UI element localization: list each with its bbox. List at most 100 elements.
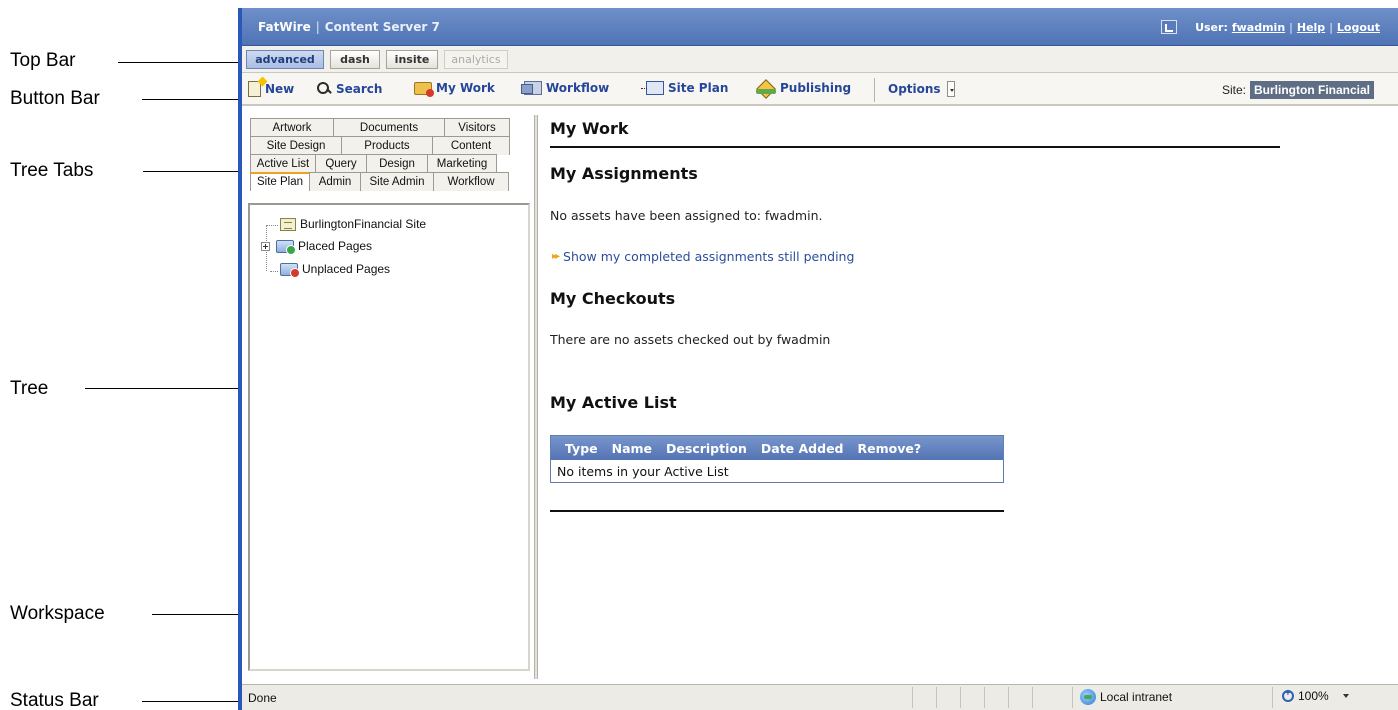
help-link[interactable]: Help [1297, 21, 1325, 34]
brand-separator: | [315, 20, 320, 34]
tree-tab-site-design[interactable]: Site Design [250, 136, 342, 155]
zoom-level: 100% [1298, 689, 1329, 703]
column-header-name[interactable]: Name [598, 441, 652, 456]
site-plan-button[interactable]: Site Plan [641, 81, 728, 95]
exit-panel-icon[interactable] [1161, 20, 1178, 34]
tree-tab-products[interactable]: Products [341, 136, 433, 155]
logout-link[interactable]: Logout [1337, 21, 1380, 34]
security-zone[interactable]: Local intranet [1080, 689, 1172, 705]
briefcase-icon [414, 81, 434, 97]
tree-tab-site-plan[interactable]: Site Plan [250, 172, 310, 191]
column-header-date-added[interactable]: Date Added [747, 441, 844, 456]
mode-bar: advanced dash insite analytics [242, 46, 1398, 73]
status-cell [912, 687, 913, 708]
status-cell [1072, 687, 1073, 708]
top-bar: FatWire | Content Server 7 User: fwadmin |… [242, 8, 1398, 46]
publishing-button[interactable]: Publishing [756, 81, 851, 95]
tree-node-unplaced-pages[interactable]: Unplaced Pages [280, 262, 391, 278]
completed-assignments-label: Show my completed assignments still pend… [563, 249, 855, 264]
workspace: My Work My Assignments No assets have be… [542, 115, 1392, 679]
zoom-icon [1282, 688, 1294, 702]
column-header-remove[interactable]: Remove? [844, 441, 922, 456]
site-icon [280, 217, 296, 231]
mode-insite-button[interactable]: insite [386, 50, 438, 69]
tree-tab-workflow[interactable]: Workflow [433, 172, 509, 191]
tree-panel[interactable]: BurlingtonFinancial Site Placed Pages Un… [248, 203, 530, 671]
tree-node-label: BurlingtonFinancial Site [300, 217, 427, 231]
button-bar-divider [874, 78, 875, 102]
button-bar: New Search My Work Workflow Site Plan Pu… [242, 73, 1398, 106]
user-name-link[interactable]: fwadmin [1232, 21, 1285, 34]
publishing-button-label: Publishing [780, 81, 852, 95]
tree-tab-artwork[interactable]: Artwork [250, 118, 334, 137]
tree-node-label: Unplaced Pages [302, 262, 391, 276]
expand-plus-icon[interactable] [261, 241, 270, 251]
annotation-top-bar: Top Bar [10, 50, 76, 71]
pane-splitter[interactable] [534, 115, 538, 679]
status-cell [1272, 687, 1273, 708]
annotation-button-bar-line [142, 99, 240, 100]
tree-connector [266, 225, 278, 226]
user-label: User: [1195, 20, 1228, 34]
new-button[interactable]: New [248, 81, 294, 97]
tree-tab-documents[interactable]: Documents [333, 118, 445, 137]
tree-node-site[interactable]: BurlingtonFinancial Site [280, 217, 426, 231]
product-name: Content Server 7 [324, 20, 440, 34]
search-icon [316, 81, 332, 97]
active-list-rule [550, 510, 1004, 512]
annotation-button-bar: Button Bar [10, 88, 100, 109]
annotation-top-bar-line [118, 62, 240, 63]
tree-tab-content[interactable]: Content [432, 136, 510, 155]
publishing-icon [756, 82, 776, 94]
mode-advanced-button[interactable]: advanced [246, 50, 324, 69]
brand: FatWire | Content Server 7 [258, 20, 440, 34]
options-dropdown[interactable]: Options [888, 81, 955, 97]
column-header-type[interactable]: Type [551, 441, 598, 456]
tree-tab-design[interactable]: Design [366, 154, 428, 173]
my-work-button-label: My Work [436, 81, 495, 95]
title-rule [550, 146, 1280, 148]
status-cell [1008, 687, 1009, 708]
tree-tab-active-list[interactable]: Active List [250, 154, 316, 173]
active-list-table: Type Name Description Date Added Remove?… [550, 435, 1004, 483]
workflow-icon [521, 81, 542, 95]
new-document-icon [248, 81, 261, 97]
chevron-down-icon[interactable] [1342, 694, 1349, 698]
site-label: Site: [1221, 83, 1246, 97]
tree-node-placed-pages[interactable]: Placed Pages [261, 239, 372, 255]
my-active-list-heading: My Active List [550, 393, 677, 412]
mode-dash-button[interactable]: dash [330, 50, 380, 69]
workflow-button-label: Workflow [546, 81, 610, 95]
column-header-description[interactable]: Description [652, 441, 747, 456]
new-button-label: New [265, 82, 295, 96]
annotation-tree-tabs: Tree Tabs [10, 160, 94, 181]
site-value[interactable]: Burlington Financial [1250, 81, 1374, 99]
tree-tab-site-admin[interactable]: Site Admin [360, 172, 434, 191]
app-window: FatWire | Content Server 7 User: fwadmin |… [238, 8, 1398, 710]
placed-pages-folder-icon [276, 239, 296, 255]
security-zone-label: Local intranet [1100, 690, 1173, 704]
zoom-control[interactable]: 100% [1282, 688, 1349, 703]
tree-tab-marketing[interactable]: Marketing [427, 154, 497, 173]
active-list-header-row: Type Name Description Date Added Remove? [551, 436, 1003, 460]
annotation-tree: Tree [10, 378, 49, 399]
status-text: Done [248, 691, 277, 705]
brand-name: FatWire [258, 20, 311, 34]
tree-tab-row-1: Artwork Documents Visitors [250, 118, 510, 137]
double-arrow-icon: ▸▸ [552, 251, 560, 262]
completed-assignments-link[interactable]: ▸▸ Show my completed assignments still p… [552, 249, 854, 264]
tree-tab-admin[interactable]: Admin [309, 172, 361, 191]
tree-tab-query[interactable]: Query [315, 154, 367, 173]
search-button-label: Search [336, 82, 383, 96]
user-area: User: fwadmin | Help | Logout [1161, 20, 1380, 34]
tree-tab-visitors[interactable]: Visitors [444, 118, 510, 137]
divider: | [1329, 20, 1333, 34]
search-button[interactable]: Search [316, 81, 382, 97]
site-plan-icon [641, 81, 664, 95]
workflow-button[interactable]: Workflow [521, 81, 610, 95]
options-label: Options [888, 82, 941, 96]
status-cell [1032, 687, 1033, 708]
mode-analytics-button[interactable]: analytics [444, 50, 508, 69]
my-work-button[interactable]: My Work [414, 81, 495, 97]
tree-tab-row-3: Active List Query Design Marketing [250, 154, 497, 173]
